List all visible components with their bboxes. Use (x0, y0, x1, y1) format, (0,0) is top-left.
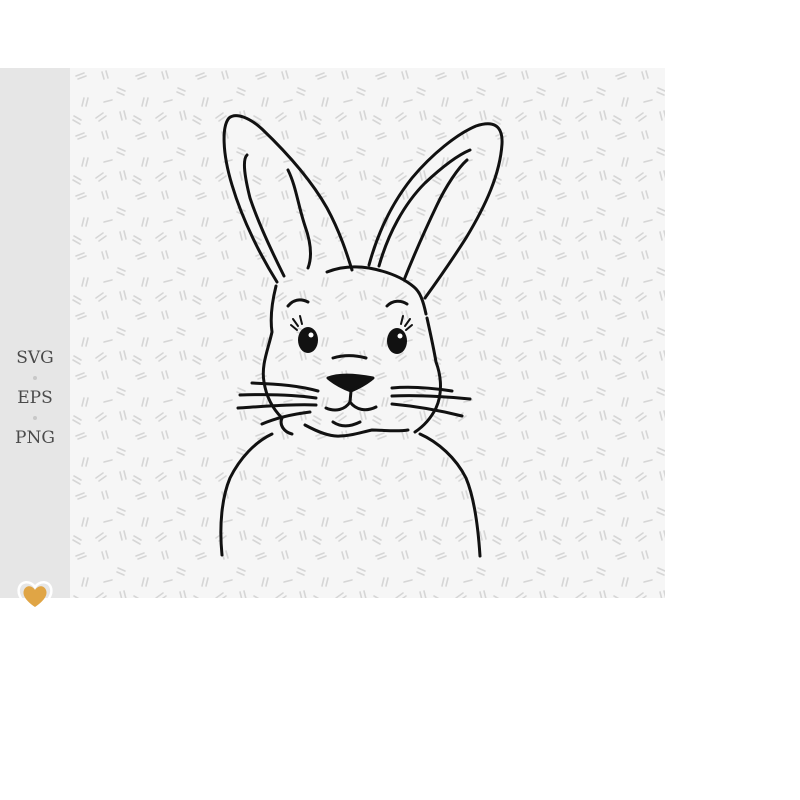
separator-dot (33, 416, 37, 420)
format-png-label: PNG (15, 428, 55, 448)
heart-icon (17, 581, 53, 613)
separator-dot (33, 376, 37, 380)
format-list: SVG EPS PNG (0, 348, 70, 448)
format-sidebar: SVG EPS PNG (0, 68, 70, 613)
dash-pattern-background (70, 68, 665, 598)
artwork-canvas (70, 68, 665, 598)
format-eps-label: EPS (17, 388, 53, 408)
format-svg-label: SVG (16, 348, 54, 368)
